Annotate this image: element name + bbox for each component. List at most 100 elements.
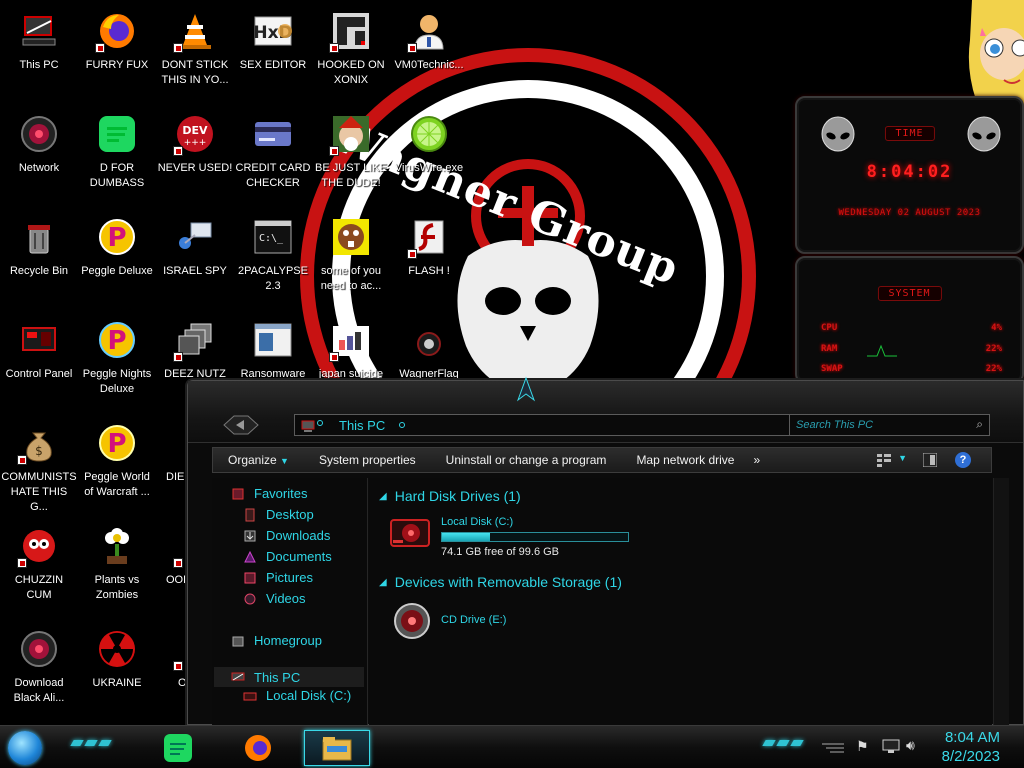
- nav-videos[interactable]: Videos: [243, 591, 306, 606]
- view-dropdown-icon[interactable]: ▼: [898, 453, 907, 463]
- desktop-icon-this-pc[interactable]: This PC: [0, 2, 78, 102]
- terminal-icon: C:\_: [250, 214, 296, 260]
- drive-item-cd-drive-e[interactable]: CD Drive (E:): [393, 598, 593, 642]
- desktop-icon-peggle-nights[interactable]: P Peggle Nights Deluxe: [78, 311, 156, 411]
- folder-icon: [322, 737, 352, 761]
- nav-label: Pictures: [266, 570, 313, 585]
- shortcut-arrow-icon: [173, 661, 183, 671]
- desktop-icon-download-black-ali[interactable]: Download Black Ali...: [0, 620, 78, 720]
- hard-drive-icon: [390, 519, 430, 547]
- desktop-icon-viruswire[interactable]: VirusWire.exe: [390, 105, 468, 205]
- network-status-icon[interactable]: [882, 738, 900, 754]
- help-icon[interactable]: ?: [955, 452, 971, 468]
- desktop-icon-peggle-deluxe[interactable]: P Peggle Deluxe: [78, 208, 156, 308]
- desktop-icon-control-panel[interactable]: Control Panel: [0, 311, 78, 411]
- desktop-icon-label: UKRAINE: [92, 677, 142, 689]
- breadcrumb-dot-icon: [317, 420, 323, 426]
- desktop-icon-peggle-world[interactable]: P Peggle World of Warcraft ...: [78, 414, 156, 514]
- group-header-removable-storage[interactable]: ◢ Devices with Removable Storage (1): [379, 574, 622, 590]
- nav-favorites[interactable]: Favorites: [231, 486, 307, 501]
- taskbar-decor: [98, 740, 112, 746]
- desktop-icon-hooked-on-xonix[interactable]: HOOKED ON XONIX: [312, 2, 390, 102]
- desktop-icon-furry-fux[interactable]: FURRY FUX: [78, 2, 156, 102]
- collapse-chevron-icon[interactable]: ◢: [379, 491, 387, 502]
- desktop-folder-icon: [245, 508, 255, 521]
- pictures-icon: [244, 572, 256, 583]
- shortcut-arrow-icon: [173, 352, 183, 362]
- nav-documents[interactable]: Documents: [243, 549, 332, 564]
- desktop-icon-label: some of you need to ac...: [320, 265, 382, 292]
- radiation-icon: [94, 626, 140, 672]
- credit-card-icon: [250, 111, 296, 157]
- organize-button[interactable]: Organize ▼: [213, 453, 304, 467]
- start-button[interactable]: [8, 731, 42, 765]
- flag-icon[interactable]: ⚑: [856, 738, 869, 755]
- clock-gadget: TIME 8:04:02 WEDNESDAY 02 AUGUST 2023: [795, 96, 1024, 254]
- nav-desktop[interactable]: Desktop: [243, 507, 314, 522]
- desktop-icon-recycle-bin[interactable]: Recycle Bin: [0, 208, 78, 308]
- desktop-icon-some-of-you[interactable]: some of you need to ac...: [312, 208, 390, 308]
- nav-downloads[interactable]: Downloads: [243, 528, 330, 543]
- drive-free-space: 74.1 GB free of 99.6 GB: [441, 546, 560, 558]
- desktop-icon-network[interactable]: Network: [0, 105, 78, 205]
- taskbar-file-explorer[interactable]: [304, 730, 370, 766]
- desktop-icon-2pacalypse[interactable]: C:\_ 2PACALYPSE 2.3: [234, 208, 312, 308]
- desktop-icon-communists[interactable]: $ COMMUNISTS HATE THIS G...: [0, 414, 78, 514]
- computer-icon: [16, 8, 62, 54]
- search-icon[interactable]: ⌕: [976, 417, 983, 432]
- desktop-icon-israel-spy[interactable]: ISRAEL SPY: [156, 208, 234, 308]
- application-window-icon: [250, 317, 296, 363]
- nav-label: Desktop: [266, 507, 314, 522]
- volume-icon[interactable]: 🔊︎: [906, 737, 915, 754]
- doctor-avatar-icon: [406, 8, 452, 54]
- desktop-icon-label: SEX EDITOR: [239, 59, 307, 71]
- uninstall-program-button[interactable]: Uninstall or change a program: [431, 453, 622, 467]
- map-network-drive-button[interactable]: Map network drive: [621, 453, 749, 467]
- svg-text:$: $: [35, 444, 43, 458]
- svg-text:P: P: [107, 223, 126, 253]
- desktop-icon-chuzzin-cum[interactable]: CHUZZIN CUM: [0, 517, 78, 617]
- navigation-pane: Favorites Desktop Downloads Documents Pi…: [212, 478, 368, 726]
- back-forward-icon[interactable]: [222, 413, 260, 437]
- money-bag-icon: $: [16, 420, 62, 466]
- system-clock[interactable]: 8:04 AM 8/2/2023: [942, 728, 1000, 766]
- preview-pane-icon[interactable]: [922, 452, 938, 468]
- desktop-icon-credit-card-checker[interactable]: CREDIT CARD CHECKER: [234, 105, 312, 205]
- drive-item-local-disk-c[interactable]: Local Disk (C:) 74.1 GB free of 99.6 GB: [389, 512, 649, 558]
- search-box[interactable]: Search This PC ⌕: [789, 414, 990, 436]
- nav-pictures[interactable]: Pictures: [243, 570, 313, 585]
- group-header-hard-disk-drives[interactable]: ◢ Hard Disk Drives (1): [379, 488, 521, 504]
- desktop-icon-vm0technic[interactable]: VM0Technic...: [390, 2, 468, 102]
- collapse-chevron-icon[interactable]: ◢: [379, 577, 387, 588]
- desktop-icon-be-just-like[interactable]: BE JUST LIKE THE DUDE!: [312, 105, 390, 205]
- desktop-icon-flash[interactable]: FLASH !: [390, 208, 468, 308]
- beaver-icon: [328, 214, 374, 260]
- clock-time: 8:04:02: [866, 162, 953, 182]
- view-options-icon[interactable]: [877, 453, 891, 467]
- desktop-icon-plants-vs-zombies[interactable]: Plants vs Zombies: [78, 517, 156, 617]
- desktop-icon-label: NEVER USED!: [157, 162, 233, 174]
- nav-homegroup[interactable]: Homegroup: [231, 633, 322, 648]
- more-commands-button[interactable]: »: [749, 453, 764, 467]
- nav-local-disk-c[interactable]: Local Disk (C:): [243, 688, 351, 703]
- show-hidden-icons-icon[interactable]: [822, 742, 844, 754]
- taskbar-firefox[interactable]: [238, 730, 278, 766]
- alien-head-icon: [967, 116, 1001, 152]
- system-label: SWAP: [821, 364, 843, 374]
- desktop-icon-ukraine[interactable]: UKRAINE: [78, 620, 156, 720]
- system-row-cpu: CPU 4%: [821, 323, 1002, 333]
- desktop-icon-d-for-dumbass[interactable]: D FOR DUMBASS: [78, 105, 156, 205]
- explorer-title-bar[interactable]: This PC ⌄ ↻ Search This PC ⌕: [188, 381, 1023, 443]
- scrollbar[interactable]: [993, 478, 1009, 726]
- taskbar-decor: [776, 740, 790, 746]
- desktop-icon-never-used[interactable]: DEV +++ NEVER USED!: [156, 105, 234, 205]
- desktop-icon-sex-editor[interactable]: HxD SEX EDITOR: [234, 2, 312, 102]
- address-text: This PC: [339, 417, 386, 433]
- nav-this-pc[interactable]: This PC: [214, 667, 364, 687]
- taskbar-spotify[interactable]: [158, 730, 198, 766]
- desktop-icon-dont-stick[interactable]: DONT STICK THIS IN YO...: [156, 2, 234, 102]
- file-explorer-window[interactable]: This PC ⌄ ↻ Search This PC ⌕ Organize ▼ …: [187, 380, 1024, 726]
- nav-label: Documents: [266, 549, 332, 564]
- system-properties-button[interactable]: System properties: [304, 453, 431, 467]
- hard-drive-icon: [243, 692, 257, 700]
